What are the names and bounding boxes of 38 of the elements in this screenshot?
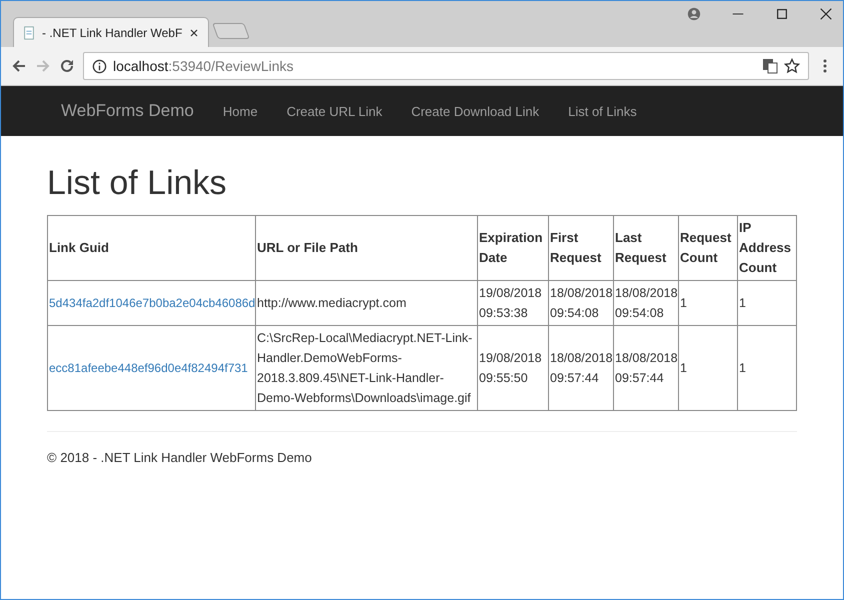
- table-cell: 1: [738, 280, 796, 326]
- table-cell: 19/08/2018 09:53:38: [478, 280, 548, 326]
- browser-tab[interactable]: - .NET Link Handler WebF: [13, 17, 209, 47]
- table-cell: 18/08/2018 09:57:44: [614, 326, 678, 410]
- reload-icon[interactable]: [59, 58, 75, 74]
- table-cell: 1: [738, 326, 796, 410]
- table-cell: 1: [678, 280, 738, 326]
- table-cell: C:\SrcRep-Local\Mediacrypt.NET-Link-Handler.DemoWebForms-2018.3.809.45\NET-Link-Handler-Demo-Webforms\Downloads\image.gif: [256, 326, 478, 410]
- page-title: List of Links: [47, 164, 228, 203]
- brand-link[interactable]: WebForms Demo: [61, 101, 194, 121]
- maximize-icon[interactable]: [775, 7, 789, 21]
- profile-icon[interactable]: [687, 7, 701, 21]
- address-bar[interactable]: localhost:53940/ReviewLinks: [83, 52, 809, 80]
- nav-link[interactable]: List of Links: [568, 104, 637, 118]
- table-cell: 18/08/2018 09:57:44: [548, 326, 614, 410]
- info-icon: [92, 58, 107, 74]
- column-header: URL or File Path: [256, 216, 478, 280]
- table-cell: http://www.mediacrypt.com: [256, 280, 478, 326]
- column-header: Request Count: [678, 216, 738, 280]
- page-icon: [22, 26, 36, 40]
- guid-link[interactable]: ecc81afeebe448ef96d0e4f82494f731: [49, 361, 248, 375]
- footer-text: © 2018 - .NET Link Handler WebForms Demo: [47, 450, 313, 465]
- column-header: First Request: [548, 216, 614, 280]
- nav-link[interactable]: Home: [222, 104, 258, 118]
- column-header: Last Request: [614, 216, 678, 280]
- nav-link[interactable]: Create Download Link: [411, 104, 540, 118]
- star-icon[interactable]: [784, 58, 800, 74]
- column-header: Link Guid: [48, 216, 256, 280]
- column-header: Expiration Date: [478, 216, 548, 280]
- table-cell: 19/08/2018 09:55:50: [478, 326, 548, 410]
- table-cell: 1: [678, 326, 738, 410]
- close-icon[interactable]: [819, 7, 833, 21]
- table-cell: 18/08/2018 09:54:08: [614, 280, 678, 326]
- back-icon[interactable]: [11, 58, 27, 74]
- table-cell: 18/08/2018 09:54:08: [548, 280, 614, 326]
- close-icon[interactable]: [188, 26, 200, 38]
- column-header: IP Address Count: [738, 216, 796, 280]
- nav-link[interactable]: Create URL Link: [286, 104, 382, 118]
